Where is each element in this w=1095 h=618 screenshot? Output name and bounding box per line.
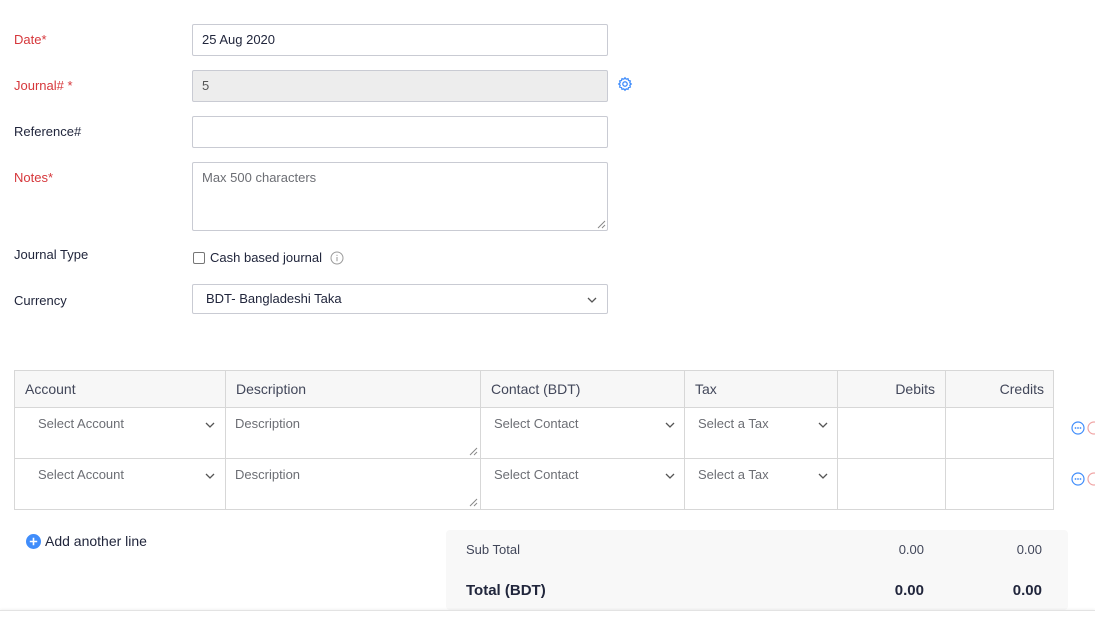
journal-type-label: Journal Type: [14, 247, 89, 262]
chevron-down-icon: [818, 422, 828, 428]
column-header-debits: Debits: [838, 371, 946, 408]
description-placeholder: Description: [235, 467, 301, 482]
resize-grip-icon[interactable]: [597, 220, 606, 229]
sub-total-label: Sub Total: [466, 542, 520, 557]
chevron-down-icon: [205, 422, 215, 428]
row-options-icon[interactable]: [1071, 472, 1095, 486]
debit-input[interactable]: [838, 408, 946, 459]
tax-select-value: Select a Tax: [698, 467, 769, 482]
contact-select-value: Select Contact: [494, 416, 579, 431]
journal-lines-table: Account Description Contact (BDT) Tax De…: [14, 370, 1054, 510]
footer-bar: [0, 610, 1095, 618]
column-header-account: Account: [15, 371, 226, 408]
contact-select-value: Select Contact: [494, 467, 579, 482]
reference-label: Reference#: [14, 124, 82, 139]
credit-input[interactable]: [946, 459, 1054, 510]
journal-number-label: Journal# *: [14, 78, 73, 93]
notes-label: Notes*: [14, 170, 54, 185]
table-row: Select Account Description Select Contac…: [15, 459, 1053, 510]
contact-select[interactable]: Select Contact: [481, 459, 685, 510]
column-header-description: Description: [226, 371, 481, 408]
chevron-down-icon: [818, 473, 828, 479]
total-debit: 0.00: [894, 582, 924, 599]
gear-icon[interactable]: [617, 76, 633, 92]
description-input[interactable]: Description: [226, 459, 481, 510]
tax-select[interactable]: Select a Tax: [685, 459, 838, 510]
description-placeholder: Description: [235, 416, 301, 431]
chevron-down-icon: [587, 297, 597, 303]
account-select[interactable]: Select Account: [15, 408, 226, 459]
total-label: Total (BDT): [466, 582, 546, 599]
resize-grip-icon[interactable]: [469, 447, 478, 456]
tax-select[interactable]: Select a Tax: [685, 408, 838, 459]
currency-value: BDT- Bangladeshi Taka: [206, 291, 342, 306]
chevron-down-icon: [665, 473, 675, 479]
plus-circle-icon: [26, 534, 41, 549]
description-input[interactable]: Description: [226, 408, 481, 459]
chevron-down-icon: [205, 473, 215, 479]
table-header: Account Description Contact (BDT) Tax De…: [15, 371, 1053, 408]
cash-based-label[interactable]: Cash based journal: [210, 250, 322, 265]
currency-label: Currency: [14, 293, 67, 308]
debit-input[interactable]: [838, 459, 946, 510]
column-header-tax: Tax: [685, 371, 838, 408]
notes-placeholder: Max 500 characters: [202, 170, 317, 185]
currency-select[interactable]: BDT- Bangladeshi Taka: [192, 284, 608, 314]
column-header-contact: Contact (BDT): [481, 371, 685, 408]
cash-based-checkbox[interactable]: [193, 252, 205, 264]
account-select[interactable]: Select Account: [15, 459, 226, 510]
account-select-value: Select Account: [38, 467, 124, 482]
journal-number-input[interactable]: 5: [192, 70, 608, 102]
total-credit: 0.00: [1012, 582, 1042, 599]
info-icon[interactable]: [330, 251, 344, 265]
totals-panel: Sub Total 0.00 0.00 Total (BDT) 0.00 0.0…: [446, 530, 1068, 610]
notes-textarea[interactable]: Max 500 characters: [192, 162, 608, 231]
credit-input[interactable]: [946, 408, 1054, 459]
table-row: Select Account Description Select Contac…: [15, 408, 1053, 459]
tax-select-value: Select a Tax: [698, 416, 769, 431]
row-options-icon[interactable]: [1071, 421, 1095, 435]
column-header-credits: Credits: [999, 381, 1044, 397]
resize-grip-icon[interactable]: [469, 498, 478, 507]
date-label: Date*: [14, 32, 47, 47]
contact-select[interactable]: Select Contact: [481, 408, 685, 459]
date-input[interactable]: 25 Aug 2020: [192, 24, 608, 56]
chevron-down-icon: [665, 422, 675, 428]
add-another-line-label: Add another line: [45, 533, 147, 549]
account-select-value: Select Account: [38, 416, 124, 431]
reference-input[interactable]: [192, 116, 608, 148]
sub-total-credit: 0.00: [1016, 542, 1042, 557]
sub-total-debit: 0.00: [898, 542, 924, 557]
